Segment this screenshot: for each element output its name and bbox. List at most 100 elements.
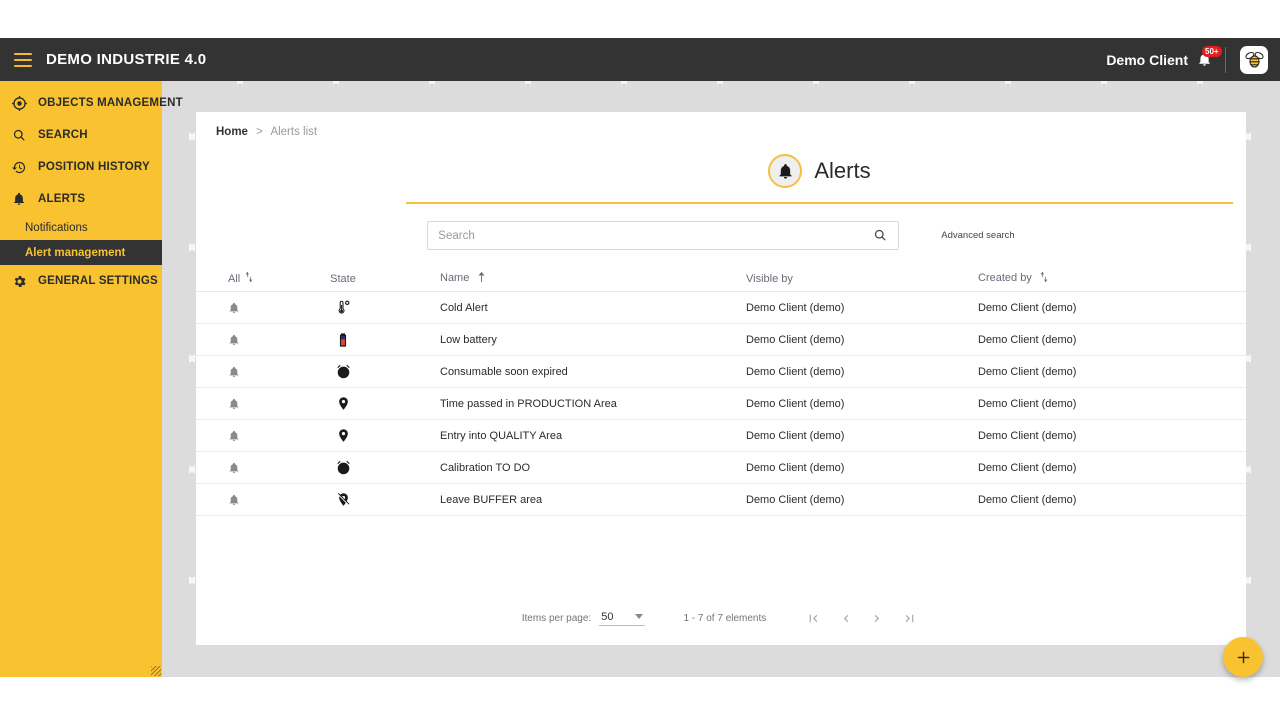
column-header-name[interactable]: Name — [404, 271, 746, 286]
sidebar-item-label: POSITION HISTORY — [38, 161, 150, 173]
row-visible-by: Demo Client (demo) — [746, 365, 845, 378]
sidebar-subitem-alert-management[interactable]: Alert management — [0, 240, 162, 265]
target-icon — [10, 94, 28, 112]
row-created-by: Demo Client (demo) — [978, 461, 1077, 474]
sidebar: OBJECTS MANAGEMENT SEARCH POSITION HISTO… — [0, 81, 183, 677]
content-card: Home > Alerts list Alerts Advanced — [196, 112, 1246, 645]
row-created-by: Demo Client (demo) — [978, 365, 1077, 378]
bell-icon — [10, 190, 28, 208]
row-visible-by: Demo Client (demo) — [746, 397, 845, 410]
table-row[interactable]: Cold Alert Demo Client (demo) Demo Clien… — [196, 292, 1246, 324]
table-row[interactable]: Low battery Demo Client (demo) Demo Clie… — [196, 324, 1246, 356]
table-header-row: All State Name Visible by Created by — [196, 266, 1246, 292]
breadcrumb-current: Alerts list — [270, 126, 318, 138]
column-header-created-by[interactable]: Created by — [978, 271, 1228, 286]
bee-glyph — [1244, 51, 1264, 68]
items-per-page-select[interactable]: 50 — [599, 611, 646, 626]
row-alert-bell-icon[interactable] — [196, 334, 282, 346]
sidebar-resize-handle[interactable] — [151, 666, 161, 676]
column-label: All — [228, 272, 241, 285]
sidebar-subitem-label: Alert management — [25, 246, 126, 259]
row-created-by: Demo Client (demo) — [978, 429, 1077, 442]
last-page-button[interactable] — [898, 607, 920, 629]
topbar-divider — [1225, 46, 1226, 73]
sidebar-subitem-notifications[interactable]: Notifications — [0, 215, 162, 240]
page-title-bell-icon — [768, 154, 803, 188]
top-bar: DEMO INDUSTRIE 4.0 Demo Client 50+ — [0, 38, 1280, 81]
battery-low-icon — [282, 332, 404, 348]
alerts-table: All State Name Visible by Created by Col… — [196, 266, 1246, 516]
table-row[interactable]: Leave BUFFER area Demo Client (demo) Dem… — [196, 484, 1246, 516]
search-row: Advanced search — [196, 221, 1246, 250]
location-pin-icon — [282, 428, 404, 443]
client-name: Demo Client — [1106, 51, 1188, 68]
history-icon — [10, 158, 28, 176]
row-created-by: Demo Client (demo) — [978, 397, 1077, 410]
paginator: Items per page: 50 1 - 7 of 7 elements — [196, 607, 1246, 629]
column-header-visible-by[interactable]: Visible by — [746, 273, 978, 285]
row-name: Low battery — [440, 333, 497, 346]
table-row[interactable]: Calibration TO DO Demo Client (demo) Dem… — [196, 452, 1246, 484]
row-name: Calibration TO DO — [440, 461, 531, 474]
row-alert-bell-icon[interactable] — [196, 462, 282, 474]
gear-icon — [10, 272, 28, 290]
column-header-state[interactable]: State — [282, 273, 404, 285]
sidebar-item-objects-management[interactable]: OBJECTS MANAGEMENT — [0, 87, 183, 119]
sidebar-item-position-history[interactable]: POSITION HISTORY — [0, 151, 162, 183]
app-root: DEMO INDUSTRIE 4.0 Demo Client 50+ OBJEC… — [0, 0, 1280, 720]
sidebar-subitem-label: Notifications — [25, 221, 88, 234]
sidebar-item-search[interactable]: SEARCH — [0, 119, 162, 151]
alarm-clock-icon — [282, 459, 404, 476]
row-alert-bell-icon[interactable] — [196, 398, 282, 410]
pagination-buttons — [802, 607, 920, 629]
column-label: Created by — [978, 272, 1032, 284]
sort-both-icon — [1039, 271, 1049, 286]
column-label: State — [330, 272, 356, 285]
column-header-all[interactable]: All — [196, 271, 282, 286]
notification-badge: 50+ — [1202, 45, 1222, 57]
sort-asc-icon — [476, 271, 487, 286]
row-visible-by: Demo Client (demo) — [746, 301, 845, 314]
row-visible-by: Demo Client (demo) — [746, 333, 845, 346]
row-created-by: Demo Client (demo) — [978, 493, 1077, 506]
sidebar-item-label: ALERTS — [38, 193, 86, 205]
column-label: Visible by — [746, 272, 793, 285]
previous-page-button[interactable] — [834, 607, 856, 629]
row-name: Consumable soon expired — [440, 365, 568, 378]
table-row[interactable]: Entry into QUALITY Area Demo Client (dem… — [196, 420, 1246, 452]
plus-icon — [1237, 651, 1249, 663]
search-input[interactable] — [438, 229, 873, 242]
page-header: Alerts — [406, 154, 1233, 204]
next-page-button[interactable] — [866, 607, 888, 629]
row-visible-by: Demo Client (demo) — [746, 429, 845, 442]
bee-logo-icon[interactable] — [1240, 45, 1268, 74]
row-alert-bell-icon[interactable] — [196, 302, 282, 314]
location-pin-icon — [282, 396, 404, 411]
sidebar-item-label: GENERAL SETTINGS — [38, 275, 158, 287]
sidebar-item-label: SEARCH — [38, 129, 88, 141]
breadcrumb-home[interactable]: Home — [216, 126, 248, 138]
row-alert-bell-icon[interactable] — [196, 494, 282, 506]
page-title: Alerts — [814, 158, 871, 183]
thermometer-icon — [282, 299, 404, 316]
location-pin-off-icon — [282, 492, 404, 507]
table-row[interactable]: Time passed in PRODUCTION Area Demo Clie… — [196, 388, 1246, 420]
advanced-search-link[interactable]: Advanced search — [941, 230, 1014, 241]
row-name: Leave BUFFER area — [440, 493, 543, 506]
add-alert-button[interactable] — [1223, 637, 1263, 677]
items-per-page-label: Items per page: — [521, 612, 592, 624]
search-box[interactable] — [427, 221, 900, 250]
row-alert-bell-icon[interactable] — [196, 430, 282, 442]
row-created-by: Demo Client (demo) — [978, 333, 1077, 346]
row-created-by: Demo Client (demo) — [978, 301, 1077, 314]
first-page-button[interactable] — [802, 607, 824, 629]
row-alert-bell-icon[interactable] — [196, 366, 282, 378]
search-icon[interactable] — [872, 228, 888, 244]
hamburger-icon[interactable] — [14, 52, 32, 67]
notifications-button[interactable]: 50+ — [1195, 45, 1222, 71]
table-row[interactable]: Consumable soon expired Demo Client (dem… — [196, 356, 1246, 388]
sidebar-item-general-settings[interactable]: GENERAL SETTINGS — [0, 265, 162, 297]
pagination-range: 1 - 7 of 7 elements — [683, 612, 767, 624]
alarm-clock-icon — [282, 363, 404, 380]
sidebar-item-alerts[interactable]: ALERTS — [0, 183, 162, 215]
